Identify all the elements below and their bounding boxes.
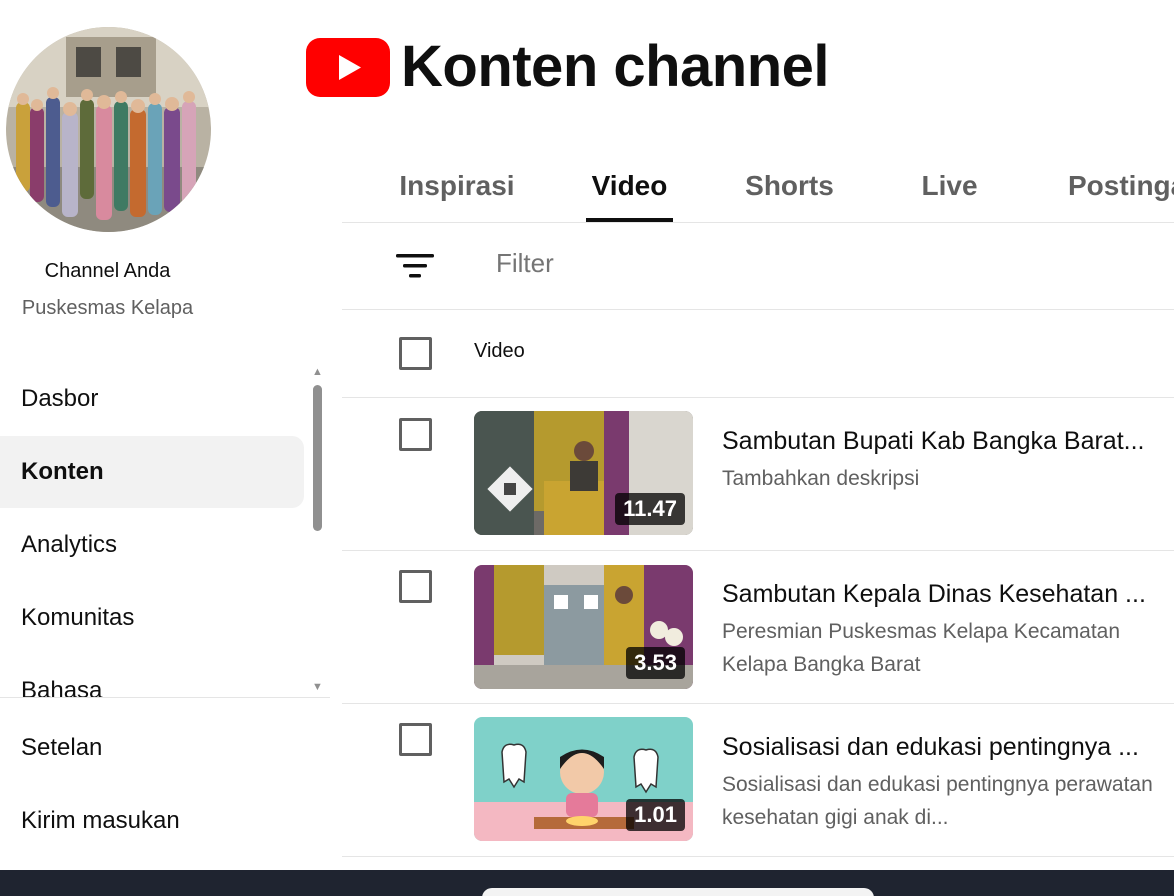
tab-label: Video (591, 169, 668, 201)
sidebar-item-label: Setelan (21, 734, 103, 761)
sidebar-nav: Dasbor Konten Analytics Komunitas Bahasa (0, 360, 304, 698)
video-description[interactable]: Sosialisasi dan edukasi pentingnya peraw… (722, 768, 1162, 834)
tab-shorts[interactable]: Shorts (727, 148, 852, 223)
column-header-video: Video (474, 340, 525, 362)
tab-inspirasi[interactable]: Inspirasi (382, 148, 532, 223)
channel-label: Channel Anda (44, 260, 171, 282)
row-checkbox[interactable] (399, 418, 432, 451)
filter-input[interactable] (496, 248, 996, 279)
video-description[interactable]: Peresmian Puskesmas Kelapa Kecamatan Kel… (722, 615, 1162, 681)
sidebar-item-konten[interactable]: Konten (0, 436, 304, 508)
video-title[interactable]: Sambutan Kepala Dinas Kesehatan ... (722, 580, 1162, 609)
sidebar: Channel Anda Puskesmas Kelapa Dasbor Kon… (0, 0, 330, 870)
taskbar-search-pill[interactable] (482, 888, 874, 896)
row-checkbox[interactable] (399, 570, 432, 603)
tab-label: Shorts (745, 169, 834, 201)
tab-video[interactable]: Video (572, 148, 687, 223)
video-duration-badge: 11.47 (615, 493, 685, 525)
video-thumbnail[interactable]: 1.01 (474, 717, 693, 841)
sidebar-item-label: Konten (21, 458, 104, 485)
tab-bar: Inspirasi Video Shorts Live Postingan (342, 148, 1174, 223)
scroll-up-arrow-icon[interactable]: ▲ (312, 366, 323, 378)
page-title: Konten channel (401, 34, 830, 99)
row-checkbox[interactable] (399, 723, 432, 756)
tab-label: Postingan (1068, 169, 1174, 201)
sidebar-item-label: Dasbor (21, 385, 99, 412)
sidebar-item-komunitas[interactable]: Komunitas (0, 582, 304, 654)
filter-icon[interactable] (396, 251, 434, 281)
sidebar-item-kirim-masukan[interactable]: Kirim masukan (0, 785, 304, 857)
channel-avatar[interactable] (6, 27, 211, 232)
sidebar-item-setelan[interactable]: Setelan (0, 712, 304, 784)
sidebar-item-label: Komunitas (21, 604, 135, 631)
channel-name: Puskesmas Kelapa (21, 297, 194, 319)
tab-live[interactable]: Live (902, 148, 997, 223)
video-title[interactable]: Sosialisasi dan edukasi pentingnya ... (722, 733, 1162, 762)
table-header (342, 310, 1174, 398)
tab-label: Live (921, 169, 978, 201)
scroll-down-arrow-icon[interactable]: ▼ (312, 681, 323, 693)
sidebar-divider (0, 697, 330, 698)
sidebar-item-label: Bahasa (21, 677, 103, 698)
sidebar-item-analytics[interactable]: Analytics (0, 509, 304, 581)
sidebar-item-label: Analytics (21, 531, 118, 558)
video-duration-badge: 3.53 (626, 647, 685, 679)
sidebar-item-label: Kirim masukan (21, 807, 180, 834)
select-all-checkbox[interactable] (399, 337, 432, 370)
sidebar-scrollbar-thumb[interactable] (313, 385, 322, 531)
video-thumbnail[interactable]: 11.47 (474, 411, 693, 535)
video-thumbnail[interactable]: 3.53 (474, 565, 693, 689)
active-tab-indicator (586, 218, 673, 222)
video-description[interactable]: Tambahkan deskripsi (722, 462, 1162, 495)
sidebar-item-bahasa[interactable]: Bahasa (0, 655, 304, 698)
sidebar-item-dasbor[interactable]: Dasbor (0, 363, 304, 435)
video-duration-badge: 1.01 (626, 799, 685, 831)
tab-postingan[interactable]: Postingan (1068, 148, 1174, 223)
tab-label: Inspirasi (399, 169, 515, 201)
youtube-logo-icon[interactable] (306, 38, 390, 97)
video-title[interactable]: Sambutan Bupati Kab Bangka Barat... (722, 427, 1162, 456)
